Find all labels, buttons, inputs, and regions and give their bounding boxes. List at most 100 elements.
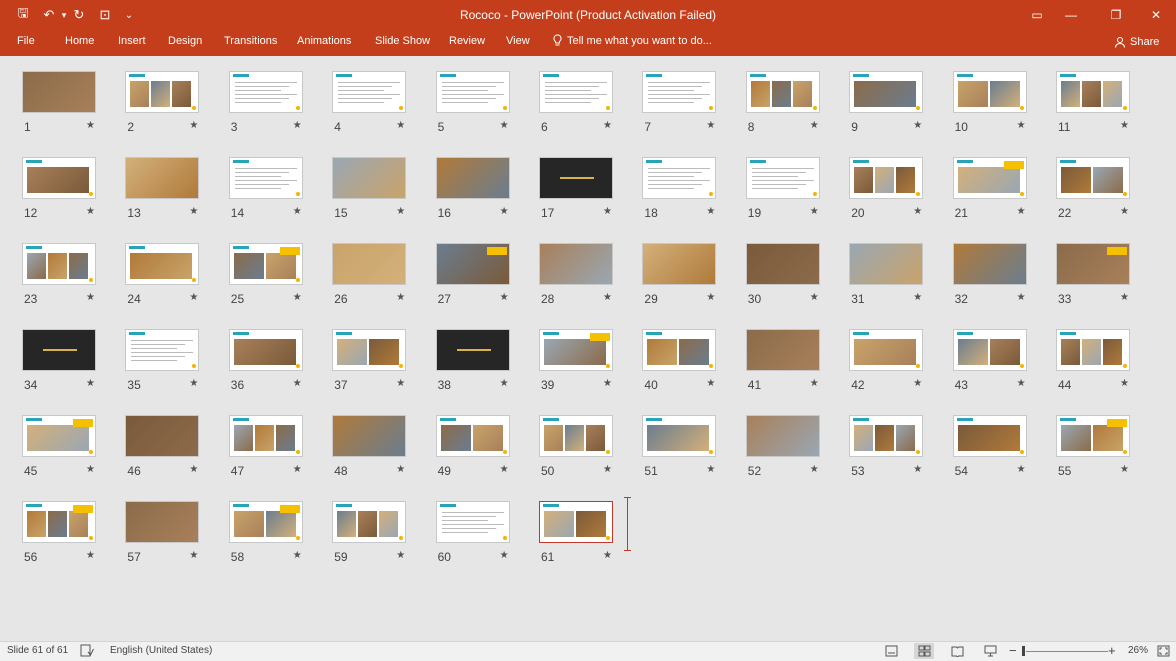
slide-thumbnail-39[interactable]: 39 ★: [517, 314, 621, 392]
slide-thumbnail-35[interactable]: 35 ★: [103, 314, 207, 392]
animation-star-icon[interactable]: ★: [603, 378, 612, 389]
animation-star-icon[interactable]: ★: [293, 378, 302, 389]
slide-preview[interactable]: [435, 501, 510, 543]
share-button[interactable]: Share: [1108, 32, 1165, 52]
slide-thumbnail-34[interactable]: 34 ★: [0, 314, 104, 392]
slide-thumbnail-10[interactable]: 10 ★: [931, 56, 1035, 134]
animation-star-icon[interactable]: ★: [500, 292, 509, 303]
slide-thumbnail-56[interactable]: 56 ★: [0, 486, 104, 564]
slide-thumbnail-54[interactable]: 54 ★: [931, 400, 1035, 478]
slide-thumbnail-15[interactable]: 15 ★: [310, 142, 414, 220]
language-indicator[interactable]: English (United States): [110, 645, 212, 656]
slide-preview[interactable]: [849, 415, 924, 457]
ribbon-display-options-icon[interactable]: ▭: [1026, 4, 1048, 26]
zoom-level[interactable]: 26%: [1128, 645, 1148, 656]
animation-star-icon[interactable]: ★: [913, 292, 922, 303]
slide-thumbnail-40[interactable]: 40 ★: [620, 314, 724, 392]
tell-me-search[interactable]: Tell me what you want to do...: [552, 34, 712, 47]
slide-thumbnail-3[interactable]: 3 ★: [207, 56, 311, 134]
animation-star-icon[interactable]: ★: [706, 206, 715, 217]
slide-preview[interactable]: [22, 243, 96, 285]
animation-star-icon[interactable]: ★: [293, 464, 302, 475]
slide-preview[interactable]: [849, 329, 924, 371]
slide-preview[interactable]: [952, 71, 1027, 113]
slide-thumbnail-24[interactable]: 24 ★: [103, 228, 207, 306]
slide-preview[interactable]: [539, 71, 613, 113]
slide-preview[interactable]: [539, 415, 613, 457]
slide-preview[interactable]: [125, 157, 200, 199]
animation-star-icon[interactable]: ★: [293, 292, 302, 303]
slide-preview[interactable]: [22, 415, 96, 457]
slide-thumbnail-46[interactable]: 46 ★: [103, 400, 207, 478]
slide-thumbnail-45[interactable]: 45 ★: [0, 400, 104, 478]
slide-preview[interactable]: [1056, 415, 1130, 457]
animation-star-icon[interactable]: ★: [1120, 120, 1129, 131]
slide-preview[interactable]: [642, 157, 717, 199]
slide-preview[interactable]: [539, 157, 613, 199]
slide-thumbnail-36[interactable]: 36 ★: [207, 314, 311, 392]
slide-preview[interactable]: [539, 501, 613, 543]
slide-thumbnail-47[interactable]: 47 ★: [207, 400, 311, 478]
animation-star-icon[interactable]: ★: [706, 378, 715, 389]
slide-thumbnail-49[interactable]: 49 ★: [414, 400, 518, 478]
animation-star-icon[interactable]: ★: [396, 464, 405, 475]
slide-preview[interactable]: [125, 329, 200, 371]
tab-animations[interactable]: Animations: [297, 35, 351, 47]
slide-thumbnail-31[interactable]: 31 ★: [827, 228, 931, 306]
slide-show-view-icon[interactable]: [980, 643, 1000, 659]
animation-star-icon[interactable]: ★: [396, 206, 405, 217]
animation-star-icon[interactable]: ★: [1017, 464, 1026, 475]
slide-preview[interactable]: [332, 157, 407, 199]
animation-star-icon[interactable]: ★: [706, 120, 715, 131]
animation-star-icon[interactable]: ★: [1017, 120, 1026, 131]
slide-thumbnail-2[interactable]: 2 ★: [103, 56, 207, 134]
slide-thumbnail-50[interactable]: 50 ★: [517, 400, 621, 478]
slide-counter[interactable]: Slide 61 of 61: [7, 645, 68, 656]
slide-thumbnail-53[interactable]: 53 ★: [827, 400, 931, 478]
slide-thumbnail-38[interactable]: 38 ★: [414, 314, 518, 392]
reading-view-icon[interactable]: [947, 643, 967, 659]
slide-preview[interactable]: [642, 71, 717, 113]
animation-star-icon[interactable]: ★: [810, 120, 819, 131]
tab-review[interactable]: Review: [449, 35, 485, 47]
slide-thumbnail-21[interactable]: 21 ★: [931, 142, 1035, 220]
slide-preview[interactable]: [125, 71, 200, 113]
zoom-out-button[interactable]: −: [1009, 643, 1017, 658]
slide-thumbnail-1[interactable]: 1 ★: [0, 56, 104, 134]
animation-star-icon[interactable]: ★: [706, 292, 715, 303]
slide-thumbnail-41[interactable]: 41 ★: [724, 314, 828, 392]
slide-preview[interactable]: [228, 415, 303, 457]
slide-thumbnail-60[interactable]: 60 ★: [414, 486, 518, 564]
slide-preview[interactable]: [849, 243, 924, 285]
zoom-in-button[interactable]: +: [1108, 643, 1116, 658]
slide-preview[interactable]: [952, 243, 1027, 285]
slide-preview[interactable]: [332, 243, 407, 285]
animation-star-icon[interactable]: ★: [1120, 206, 1129, 217]
animation-star-icon[interactable]: ★: [913, 120, 922, 131]
slide-thumbnail-32[interactable]: 32 ★: [931, 228, 1035, 306]
slide-preview[interactable]: [228, 243, 303, 285]
zoom-slider-thumb[interactable]: [1022, 646, 1025, 656]
animation-star-icon[interactable]: ★: [189, 378, 198, 389]
animation-star-icon[interactable]: ★: [603, 292, 612, 303]
slide-preview[interactable]: [228, 71, 303, 113]
slide-thumbnail-14[interactable]: 14 ★: [207, 142, 311, 220]
tab-design[interactable]: Design: [168, 35, 202, 47]
slide-preview[interactable]: [1056, 243, 1130, 285]
animation-star-icon[interactable]: ★: [189, 464, 198, 475]
slide-preview[interactable]: [642, 329, 717, 371]
animation-star-icon[interactable]: ★: [810, 378, 819, 389]
tab-file[interactable]: File: [17, 35, 35, 47]
slide-preview[interactable]: [125, 243, 200, 285]
slide-preview[interactable]: [745, 71, 820, 113]
slide-preview[interactable]: [332, 501, 407, 543]
animation-star-icon[interactable]: ★: [913, 464, 922, 475]
slide-preview[interactable]: [1056, 157, 1130, 199]
slide-thumbnail-16[interactable]: 16 ★: [414, 142, 518, 220]
slide-thumbnail-7[interactable]: 7 ★: [620, 56, 724, 134]
slide-preview[interactable]: [22, 71, 96, 113]
slide-preview[interactable]: [435, 329, 510, 371]
slide-thumbnail-5[interactable]: 5 ★: [414, 56, 518, 134]
fit-slide-to-window-icon[interactable]: [1153, 643, 1173, 659]
animation-star-icon[interactable]: ★: [603, 120, 612, 131]
